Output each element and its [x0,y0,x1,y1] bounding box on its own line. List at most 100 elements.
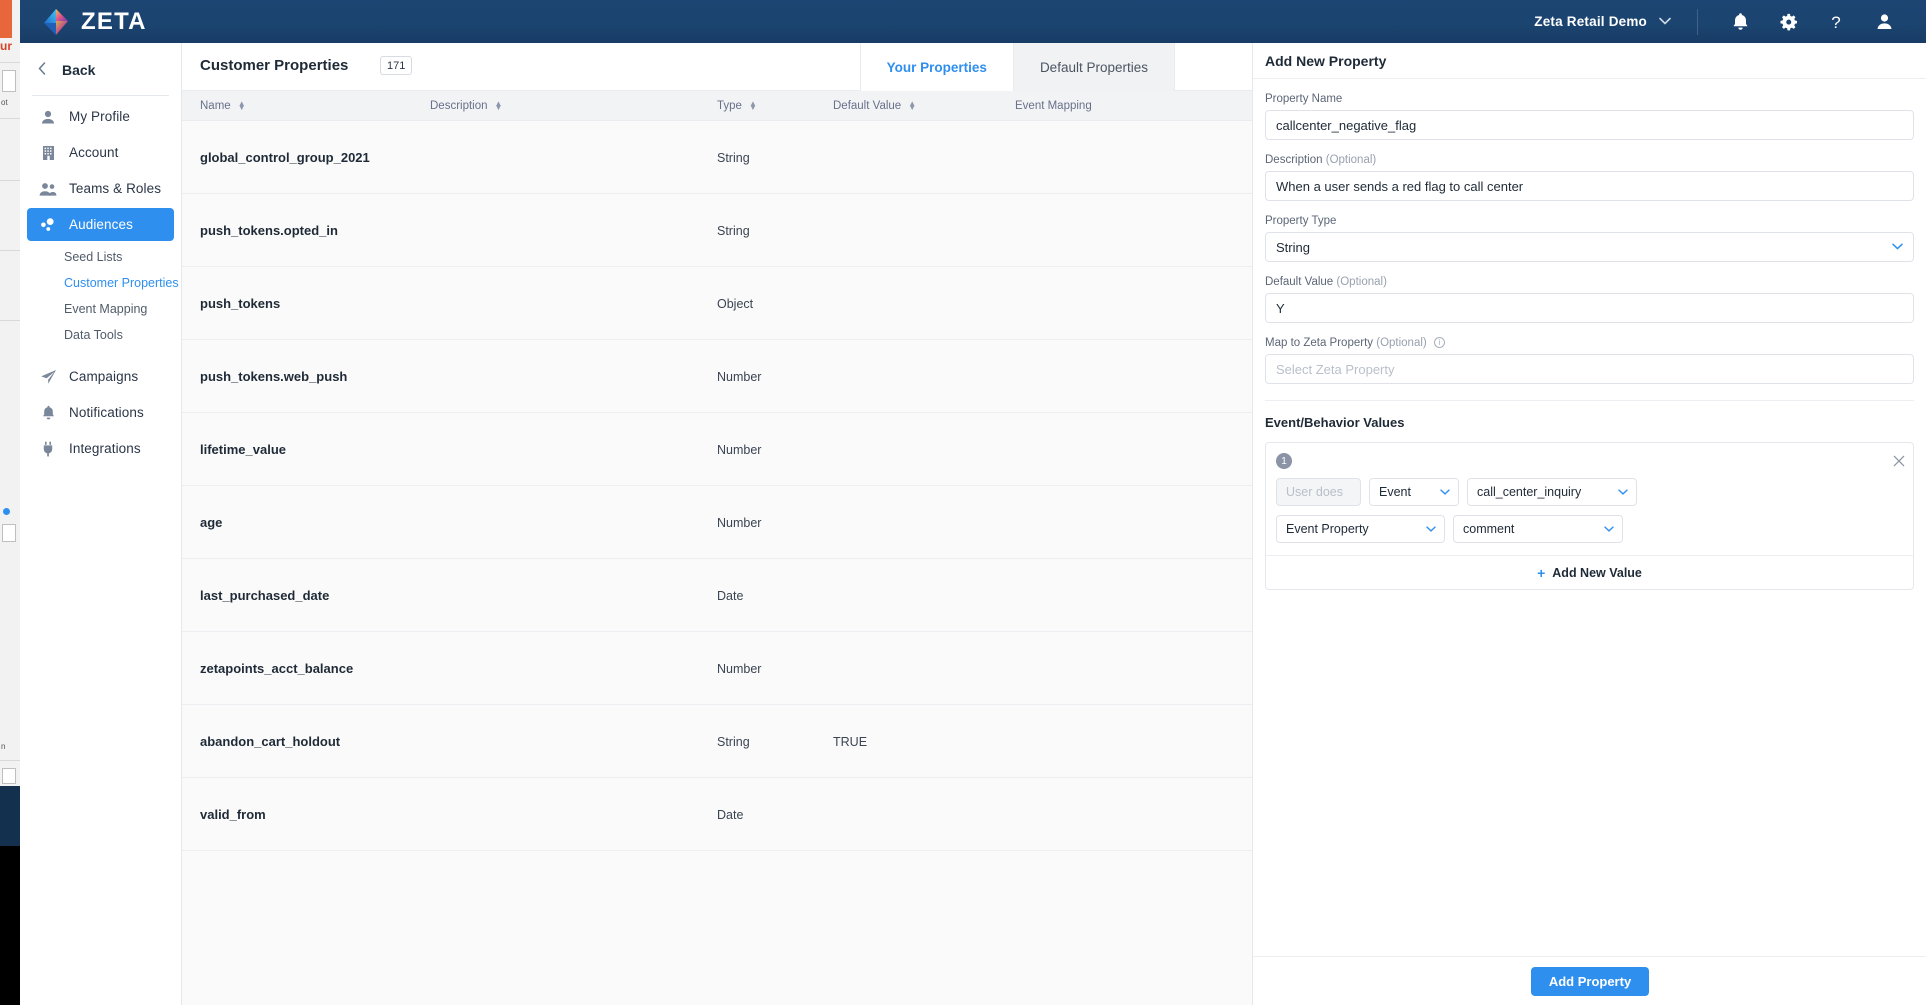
cell-name: last_purchased_date [200,588,330,603]
event-row-number: 1 [1276,453,1292,469]
plus-icon: + [1537,564,1546,581]
sidebar-item-event-mapping[interactable]: Event Mapping [20,296,181,322]
field-description: Description (Optional) [1265,154,1914,201]
sidebar-subitem-label: Customer Properties [64,276,179,290]
cell-name: age [200,515,223,530]
sort-icon[interactable]: ▲ ▼ [238,100,246,112]
sidebar-item-audiences[interactable]: Audiences [27,208,174,241]
sidebar-item-my-profile[interactable]: My Profile [27,100,174,133]
add-new-value-label: Add New Value [1552,565,1642,580]
chevron-down-icon [1440,487,1450,498]
sidebar-item-customer-properties[interactable]: Customer Properties [20,270,181,296]
table-row[interactable]: push_tokens.web_push Number [182,340,1252,413]
map-to-zeta-label: Map to Zeta Property (Optional) i [1265,337,1914,349]
event-property-kind-select[interactable]: Event Property [1276,515,1445,543]
tab-label: Your Properties [886,59,987,75]
chevron-down-icon[interactable] [1659,16,1671,28]
bg-divider [0,760,20,761]
bg-divider [0,250,20,251]
column-header-name[interactable]: Name ▲ ▼ [200,91,246,121]
add-new-value-button[interactable]: + Add New Value [1266,555,1913,589]
svg-text:?: ? [1831,13,1840,32]
event-kind-select[interactable]: Event [1369,478,1459,506]
settings-gear-icon[interactable] [1764,0,1812,43]
default-value-input[interactable] [1265,293,1914,323]
user-profile-icon[interactable] [1860,0,1908,43]
map-to-zeta-optional-tag: (Optional) [1376,337,1427,349]
table-row[interactable]: age Number [182,486,1252,559]
map-to-zeta-input[interactable] [1265,354,1914,384]
properties-table: global_control_group_2021 String push_to… [182,121,1252,851]
table-row[interactable]: last_purchased_date Date [182,559,1252,632]
column-header-description[interactable]: Description ▲ ▼ [430,91,502,121]
background-window-sliver: ur ot n [0,0,20,1005]
table-row[interactable]: abandon_cart_holdout String TRUE [182,705,1252,778]
tabs-tail [1175,43,1252,91]
bg-divider [0,180,20,181]
close-icon[interactable] [1893,454,1905,470]
event-kind-value: Event [1379,485,1411,499]
chevron-down-icon [1892,241,1903,253]
event-property-kind-value: Event Property [1286,522,1369,536]
sidebar-back-label: Back [62,62,96,78]
topbar-divider [1697,8,1698,35]
tab-your-properties[interactable]: Your Properties [859,43,1014,91]
event-name-select[interactable]: call_center_inquiry [1467,478,1637,506]
table-row[interactable]: zetapoints_acct_balance Number [182,632,1252,705]
cell-name: zetapoints_acct_balance [200,661,354,676]
sidebar-item-account[interactable]: Account [27,136,174,169]
tab-bar: Your Properties Default Properties [859,43,1175,91]
bg-orange-block [0,0,12,38]
help-question-icon[interactable]: ? [1812,0,1860,43]
sidebar-item-label: Notifications [69,405,144,420]
table-row[interactable]: lifetime_value Number [182,413,1252,486]
column-header-type[interactable]: Type ▲ ▼ [717,91,757,121]
sidebar-item-teams-and-roles[interactable]: Teams & Roles [27,172,174,205]
sort-icon[interactable]: ▲ ▼ [495,100,503,112]
sort-icon[interactable]: ▲ ▼ [908,100,916,112]
column-header-default-value[interactable]: Default Value ▲ ▼ [833,91,916,121]
info-circle-icon[interactable]: i [1433,337,1445,349]
table-row[interactable]: push_tokens.opted_in String [182,194,1252,267]
account-switcher-label[interactable]: Zeta Retail Demo [1534,14,1647,29]
left-sidebar: Back My Profile Account Teams & Roles Au… [20,43,182,1005]
column-header-label: Event Mapping [1015,100,1092,112]
person-icon [37,106,59,128]
add-property-button[interactable]: Add Property [1530,966,1650,996]
table-row[interactable]: global_control_group_2021 String [182,121,1252,194]
zeta-diamond-logo-icon [42,8,70,36]
description-input[interactable] [1265,171,1914,201]
sidebar-item-notifications[interactable]: Notifications [27,396,174,429]
sort-icon[interactable]: ▲ ▼ [749,100,757,112]
map-to-zeta-label-text: Map to Zeta Property [1265,337,1374,349]
chevron-left-icon [38,61,54,79]
bg-small-text: ot [1,98,8,107]
sidebar-item-data-tools[interactable]: Data Tools [20,322,181,348]
cell-name: lifetime_value [200,442,286,457]
sidebar-item-label: Integrations [69,441,141,456]
paper-plane-icon [37,366,59,388]
bg-divider [0,320,20,321]
sidebar-back-button[interactable]: Back [20,51,181,89]
event-property-select[interactable]: comment [1453,515,1623,543]
sidebar-item-campaigns[interactable]: Campaigns [27,360,174,393]
tab-default-properties[interactable]: Default Properties [1013,43,1175,91]
property-name-input[interactable] [1265,110,1914,140]
field-property-type: Property Type String [1265,215,1914,262]
cell-type: Number [717,442,762,457]
table-row[interactable]: push_tokens Object [182,267,1252,340]
bg-small-text: n [1,742,6,751]
cell-type: String [717,223,750,238]
building-icon [37,142,59,164]
property-type-select[interactable]: String [1265,232,1914,262]
sidebar-item-seed-lists[interactable]: Seed Lists [20,244,181,270]
field-default-value: Default Value (Optional) [1265,276,1914,323]
sidebar-item-integrations[interactable]: Integrations [27,432,174,465]
column-header-label: Default Value [833,100,902,112]
panel-title: Add New Property [1265,52,1387,69]
top-navigation-bar: ZETA Zeta Retail Demo ? [20,0,1926,43]
brand-name: ZETA [81,7,147,35]
brand-logo[interactable]: ZETA [42,8,147,36]
table-row[interactable]: valid_from Date [182,778,1252,851]
notifications-bell-icon[interactable] [1716,0,1764,43]
